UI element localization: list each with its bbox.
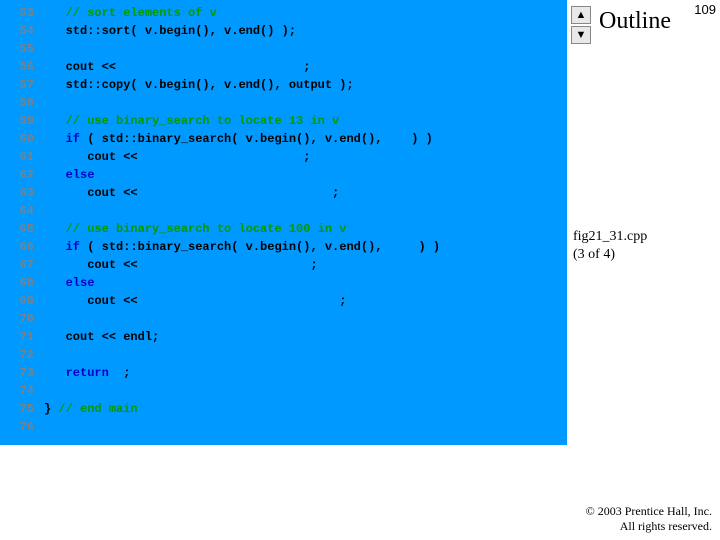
code-line: 74 bbox=[0, 382, 567, 400]
code-content bbox=[34, 310, 44, 328]
code-line: 73 return ; bbox=[0, 364, 567, 382]
right-column: ▲ ▼ Outline 109 fig21_31.cpp (3 of 4) bbox=[567, 0, 720, 540]
code-content: cout << ; bbox=[34, 58, 310, 76]
copyright-line2: All rights reserved. bbox=[586, 519, 712, 534]
line-number: 53 bbox=[0, 4, 34, 22]
code-line: 66 if ( std::binary_search( v.begin(), v… bbox=[0, 238, 567, 256]
outline-title: Outline bbox=[599, 8, 671, 35]
code-content: // use binary_search to locate 100 in v bbox=[34, 220, 346, 238]
line-number: 62 bbox=[0, 166, 34, 184]
code-content: } // end main bbox=[34, 400, 138, 418]
code-line: 68 else bbox=[0, 274, 567, 292]
code-content: return ; bbox=[34, 364, 130, 382]
code-line: 64 bbox=[0, 202, 567, 220]
line-number: 73 bbox=[0, 364, 34, 382]
figure-filename: fig21_31.cpp bbox=[573, 228, 647, 246]
code-content bbox=[34, 202, 44, 220]
line-number: 61 bbox=[0, 148, 34, 166]
code-line: 69 cout << ; bbox=[0, 292, 567, 310]
code-content: // use binary_search to locate 13 in v bbox=[34, 112, 339, 130]
code-line: 61 cout << ; bbox=[0, 148, 567, 166]
code-content: if ( std::binary_search( v.begin(), v.en… bbox=[34, 130, 433, 148]
code-line: 57 std::copy( v.begin(), v.end(), output… bbox=[0, 76, 567, 94]
line-number: 63 bbox=[0, 184, 34, 202]
line-number: 75 bbox=[0, 400, 34, 418]
line-number: 58 bbox=[0, 94, 34, 112]
code-line: 65 // use binary_search to locate 100 in… bbox=[0, 220, 567, 238]
code-content: cout << ; bbox=[34, 148, 310, 166]
line-number: 59 bbox=[0, 112, 34, 130]
code-line: 56 cout << ; bbox=[0, 58, 567, 76]
code-content: else bbox=[34, 166, 94, 184]
line-number: 56 bbox=[0, 58, 34, 76]
line-number: 71 bbox=[0, 328, 34, 346]
code-line: 54 std::sort( v.begin(), v.end() ); bbox=[0, 22, 567, 40]
code-content: else bbox=[34, 274, 94, 292]
code-line: 62 else bbox=[0, 166, 567, 184]
line-number: 69 bbox=[0, 292, 34, 310]
copyright-notice: © 2003 Prentice Hall, Inc. All rights re… bbox=[586, 504, 712, 534]
code-line: 55 bbox=[0, 40, 567, 58]
code-line: 59 // use binary_search to locate 13 in … bbox=[0, 112, 567, 130]
code-line: 70 bbox=[0, 310, 567, 328]
down-arrow-button[interactable]: ▼ bbox=[571, 26, 591, 44]
line-number: 67 bbox=[0, 256, 34, 274]
code-line: 63 cout << ; bbox=[0, 184, 567, 202]
code-content bbox=[34, 418, 44, 436]
page-number: 109 bbox=[694, 2, 716, 17]
up-arrow-button[interactable]: ▲ bbox=[571, 6, 591, 24]
code-content: cout << endl; bbox=[34, 328, 159, 346]
line-number: 74 bbox=[0, 382, 34, 400]
code-area: 53 // sort elements of v54 std::sort( v.… bbox=[0, 0, 567, 445]
code-line: 72 bbox=[0, 346, 567, 364]
code-content: std::copy( v.begin(), v.end(), output ); bbox=[34, 76, 354, 94]
code-line: 67 cout << ; bbox=[0, 256, 567, 274]
code-line: 58 bbox=[0, 94, 567, 112]
line-number: 65 bbox=[0, 220, 34, 238]
line-number: 68 bbox=[0, 274, 34, 292]
line-number: 55 bbox=[0, 40, 34, 58]
code-content: cout << ; bbox=[34, 256, 318, 274]
line-number: 60 bbox=[0, 130, 34, 148]
line-number: 66 bbox=[0, 238, 34, 256]
figure-part: (3 of 4) bbox=[573, 246, 647, 264]
figure-label: fig21_31.cpp (3 of 4) bbox=[573, 228, 647, 264]
line-number: 72 bbox=[0, 346, 34, 364]
code-content bbox=[34, 382, 44, 400]
code-line: 53 // sort elements of v bbox=[0, 4, 567, 22]
line-number: 54 bbox=[0, 22, 34, 40]
code-line: 71 cout << endl; bbox=[0, 328, 567, 346]
line-number: 64 bbox=[0, 202, 34, 220]
line-number: 76 bbox=[0, 418, 34, 436]
copyright-line1: © 2003 Prentice Hall, Inc. bbox=[586, 504, 712, 519]
code-content: cout << ; bbox=[34, 184, 339, 202]
line-number: 70 bbox=[0, 310, 34, 328]
code-content bbox=[34, 40, 44, 58]
code-line: 76 bbox=[0, 418, 567, 436]
line-number: 57 bbox=[0, 76, 34, 94]
code-content bbox=[34, 346, 44, 364]
code-content: if ( std::binary_search( v.begin(), v.en… bbox=[34, 238, 440, 256]
code-content: cout << ; bbox=[34, 292, 346, 310]
code-line: 75} // end main bbox=[0, 400, 567, 418]
code-line: 60 if ( std::binary_search( v.begin(), v… bbox=[0, 130, 567, 148]
code-content bbox=[34, 94, 44, 112]
code-content: // sort elements of v bbox=[34, 4, 217, 22]
code-content: std::sort( v.begin(), v.end() ); bbox=[34, 22, 296, 40]
